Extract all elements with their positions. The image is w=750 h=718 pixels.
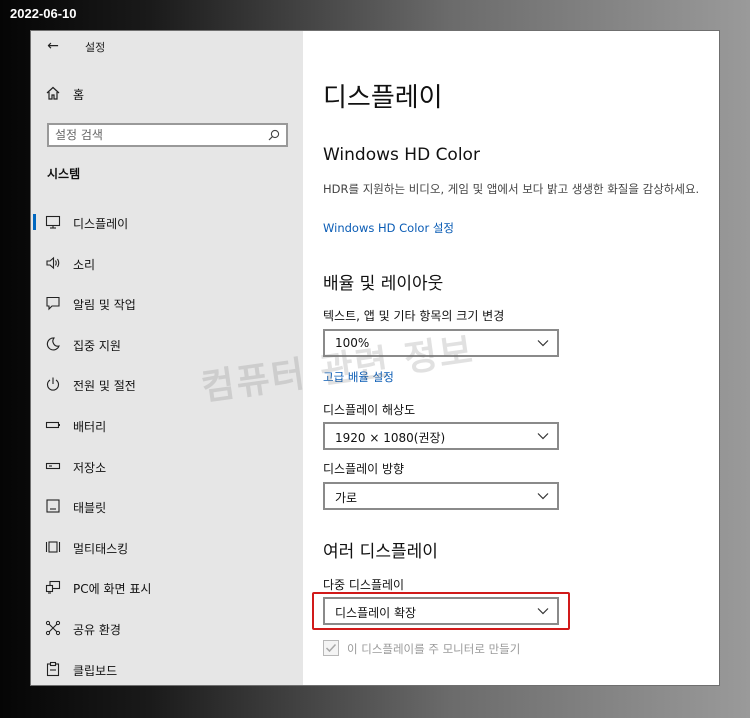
shared-experiences-icon xyxy=(45,620,61,636)
sidebar-item-label: 공유 환경 xyxy=(73,622,121,637)
multi-display-heading: 여러 디스플레이 xyxy=(323,542,438,562)
sidebar-item-clipboard[interactable]: 클립보드 xyxy=(31,648,303,685)
checkmark-icon xyxy=(325,643,337,653)
chevron-down-icon xyxy=(537,492,549,500)
resolution-label: 디스플레이 해상도 xyxy=(323,403,416,417)
sidebar-item-label: 전원 및 절전 xyxy=(73,379,136,394)
battery-icon xyxy=(45,417,61,433)
dropdown-value: 100% xyxy=(335,336,370,350)
tablet-icon xyxy=(45,498,61,514)
content-pane: 디스플레이 Windows HD Color HDR를 지원하는 비디오, 게임… xyxy=(303,31,719,685)
hdr-heading: Windows HD Color xyxy=(323,145,480,165)
sidebar-item-battery[interactable]: 배터리 xyxy=(31,404,303,445)
app-title: 설정 xyxy=(85,41,106,54)
dropdown-value: 가로 xyxy=(335,491,358,505)
resolution-dropdown[interactable]: 1920 × 1080(권장) xyxy=(323,422,559,450)
chevron-down-icon xyxy=(537,339,549,347)
sidebar-item-label: 알림 및 작업 xyxy=(73,298,136,313)
sidebar-item-label: PC에 화면 표시 xyxy=(73,582,152,597)
speaker-icon xyxy=(45,255,61,271)
chevron-down-icon xyxy=(537,432,549,440)
sidebar-item-home[interactable]: 홈 xyxy=(31,81,303,107)
sidebar-item-storage[interactable]: 저장소 xyxy=(31,445,303,486)
storage-icon xyxy=(45,458,61,474)
multi-display-dropdown[interactable]: 디스플레이 확장 xyxy=(323,597,559,625)
home-icon xyxy=(45,85,61,101)
title-bar: ← 설정 xyxy=(31,31,303,61)
sidebar-item-label: 배터리 xyxy=(73,419,107,434)
scale-dropdown[interactable]: 100% xyxy=(323,329,559,357)
sidebar-item-multitasking[interactable]: 멀티태스킹 xyxy=(31,526,303,567)
scale-layout-heading: 배율 및 레이아웃 xyxy=(323,274,444,294)
notification-icon xyxy=(45,295,61,311)
main-display-checkbox[interactable] xyxy=(323,640,339,656)
monitor-icon xyxy=(45,214,61,230)
hdr-description: HDR를 지원하는 비디오, 게임 및 앱에서 보다 밝고 생생한 화질을 감상… xyxy=(323,182,700,196)
sidebar-item-label: 집중 지원 xyxy=(73,338,121,353)
back-arrow-icon: ← xyxy=(47,38,59,54)
sidebar-item-focus-assist[interactable]: 집중 지원 xyxy=(31,323,303,364)
dropdown-value: 1920 × 1080(권장) xyxy=(335,431,446,445)
settings-window: ← 설정 홈 시스템 디스플레이 xyxy=(30,30,720,686)
moon-icon xyxy=(45,336,61,352)
sidebar-item-power[interactable]: 전원 및 절전 xyxy=(31,363,303,404)
sidebar-item-notifications[interactable]: 알림 및 작업 xyxy=(31,282,303,323)
sidebar-nav: 디스플레이 소리 알림 및 작업 집중 지원 전원 및 절전 배터리 저장소 태… xyxy=(31,201,303,685)
sidebar-item-label: 멀티태스킹 xyxy=(73,541,129,556)
search-box[interactable] xyxy=(47,123,288,147)
main-display-checkbox-label: 이 디스플레이를 주 모니터로 만들기 xyxy=(347,642,521,656)
search-icon[interactable] xyxy=(268,129,280,141)
active-indicator xyxy=(33,214,36,230)
clipboard-icon xyxy=(45,661,61,677)
orientation-dropdown[interactable]: 가로 xyxy=(323,482,559,510)
sidebar-item-label: 홈 xyxy=(73,88,85,102)
advanced-scaling-link[interactable]: 고급 배율 설정 xyxy=(323,369,394,385)
page-title: 디스플레이 xyxy=(323,83,443,113)
project-icon xyxy=(45,579,61,595)
sidebar-item-label: 소리 xyxy=(73,257,96,272)
scale-label: 텍스트, 앱 및 기타 항목의 크기 변경 xyxy=(323,309,505,323)
sidebar-item-shared-experiences[interactable]: 공유 환경 xyxy=(31,607,303,648)
power-icon xyxy=(45,376,61,392)
date-stamp: 2022-06-10 xyxy=(10,6,77,21)
search-input[interactable] xyxy=(55,127,255,143)
sidebar-item-label: 태블릿 xyxy=(73,501,107,516)
sidebar-item-sound[interactable]: 소리 xyxy=(31,242,303,283)
sidebar-item-project[interactable]: PC에 화면 표시 xyxy=(31,566,303,607)
sidebar-item-label: 디스플레이 xyxy=(73,217,129,231)
dropdown-value: 디스플레이 확장 xyxy=(335,606,417,620)
sidebar-item-display[interactable]: 디스플레이 xyxy=(31,201,303,242)
sidebar-item-label: 저장소 xyxy=(73,460,107,475)
back-button[interactable]: ← xyxy=(41,37,65,55)
sidebar-item-tablet[interactable]: 태블릿 xyxy=(31,485,303,526)
multi-display-label: 다중 디스플레이 xyxy=(323,578,405,592)
multitasking-icon xyxy=(45,539,61,555)
chevron-down-icon xyxy=(537,607,549,615)
hdr-settings-link[interactable]: Windows HD Color 설정 xyxy=(323,220,454,236)
section-label-system: 시스템 xyxy=(47,167,81,181)
orientation-label: 디스플레이 방향 xyxy=(323,462,405,476)
sidebar: ← 설정 홈 시스템 디스플레이 xyxy=(31,31,303,685)
sidebar-item-label: 클립보드 xyxy=(73,663,118,678)
